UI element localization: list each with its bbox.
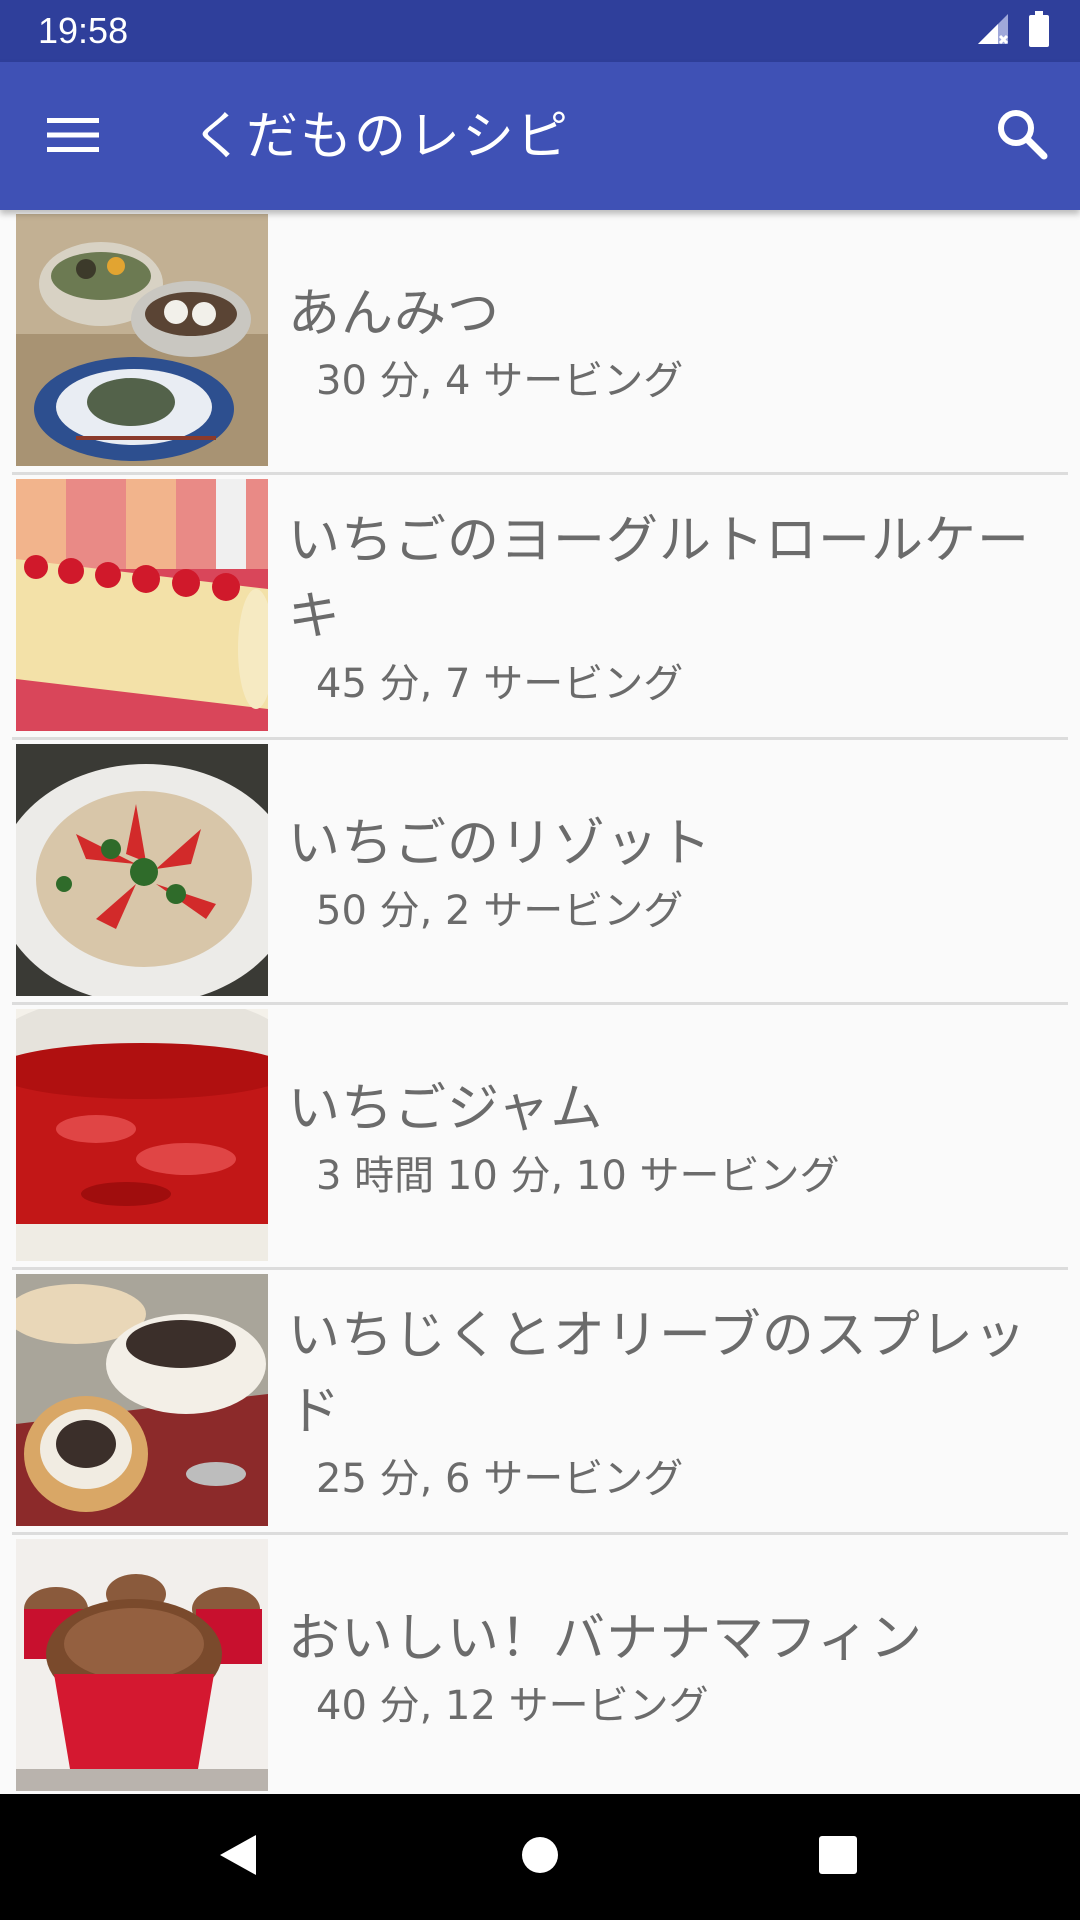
recipe-title: いちごのヨーグルトロールケーキ bbox=[288, 511, 1031, 647]
recipe-thumbnail bbox=[16, 479, 268, 731]
recipe-text: いちじくとオリーブのスプレッド 25 分, 6 サービング bbox=[288, 1270, 1048, 1532]
recipe-meta: 50 分, 2 サービング bbox=[316, 888, 684, 934]
list-item[interactable]: あんみつ 30 分, 4 サービング bbox=[12, 210, 1068, 475]
recipe-meta: 25 分, 6 サービング bbox=[316, 1456, 684, 1502]
recipe-meta: 30 分, 4 サービング bbox=[316, 358, 684, 404]
list-item[interactable]: おいしい！バナナマフィン 40 分, 12 サービング bbox=[12, 1535, 1068, 1794]
recipe-title: いちごジャム bbox=[288, 1079, 604, 1139]
navigation-bar bbox=[0, 1794, 1080, 1920]
menu-button[interactable] bbox=[30, 102, 116, 172]
signal-icon bbox=[976, 12, 1010, 50]
status-bar: 19:58 bbox=[0, 0, 1080, 62]
recipe-text: いちごのリゾット 50 分, 2 サービング bbox=[288, 740, 1048, 1002]
recipe-text: いちごのヨーグルトロールケーキ 45 分, 7 サービング bbox=[288, 475, 1048, 737]
search-icon bbox=[996, 108, 1048, 164]
recipe-thumbnail bbox=[16, 214, 268, 466]
recipe-title: おいしい！バナナマフィン bbox=[288, 1609, 923, 1669]
recipe-title: いちじくとオリーブのスプレッド bbox=[288, 1306, 1027, 1442]
recipe-thumbnail bbox=[16, 1009, 268, 1261]
recents-icon bbox=[817, 1834, 859, 1880]
recipe-title: いちごのリゾット bbox=[288, 814, 713, 874]
back-icon bbox=[216, 1831, 260, 1883]
recipe-text: いちごジャム 3 時間 10 分, 10 サービング bbox=[288, 1005, 1048, 1267]
status-time: 19:58 bbox=[38, 10, 129, 51]
search-button[interactable] bbox=[982, 96, 1062, 176]
recipe-text: おいしい！バナナマフィン 40 分, 12 サービング bbox=[288, 1535, 1048, 1794]
recipe-meta: 45 分, 7 サービング bbox=[316, 661, 684, 707]
battery-icon bbox=[1028, 11, 1050, 51]
back-button[interactable] bbox=[203, 1822, 273, 1892]
recipe-meta: 3 時間 10 分, 10 サービング bbox=[316, 1153, 840, 1199]
recipe-thumbnail bbox=[16, 1539, 268, 1791]
recipe-list[interactable]: あんみつ 30 分, 4 サービング いちごのヨーグルトロールケーキ 45 分,… bbox=[0, 210, 1080, 1794]
recipe-text: あんみつ 30 分, 4 サービング bbox=[288, 210, 1048, 472]
list-item[interactable]: いちごのリゾット 50 分, 2 サービング bbox=[12, 740, 1068, 1005]
home-icon bbox=[519, 1834, 561, 1880]
list-item[interactable]: いちごのヨーグルトロールケーキ 45 分, 7 サービング bbox=[12, 475, 1068, 740]
hamburger-menu-icon bbox=[47, 115, 99, 159]
recipe-title: あんみつ bbox=[288, 284, 501, 344]
recipe-meta: 40 分, 12 サービング bbox=[316, 1683, 709, 1729]
status-icons bbox=[976, 11, 1050, 51]
recipe-thumbnail bbox=[16, 744, 268, 996]
app-bar: くだものレシピ bbox=[0, 62, 1080, 210]
list-item[interactable]: いちじくとオリーブのスプレッド 25 分, 6 サービング bbox=[12, 1270, 1068, 1535]
home-button[interactable] bbox=[505, 1822, 575, 1892]
list-item[interactable]: いちごジャム 3 時間 10 分, 10 サービング bbox=[12, 1005, 1068, 1270]
recents-button[interactable] bbox=[803, 1822, 873, 1892]
recipe-thumbnail bbox=[16, 1274, 268, 1526]
app-title: くだものレシピ bbox=[192, 107, 571, 167]
